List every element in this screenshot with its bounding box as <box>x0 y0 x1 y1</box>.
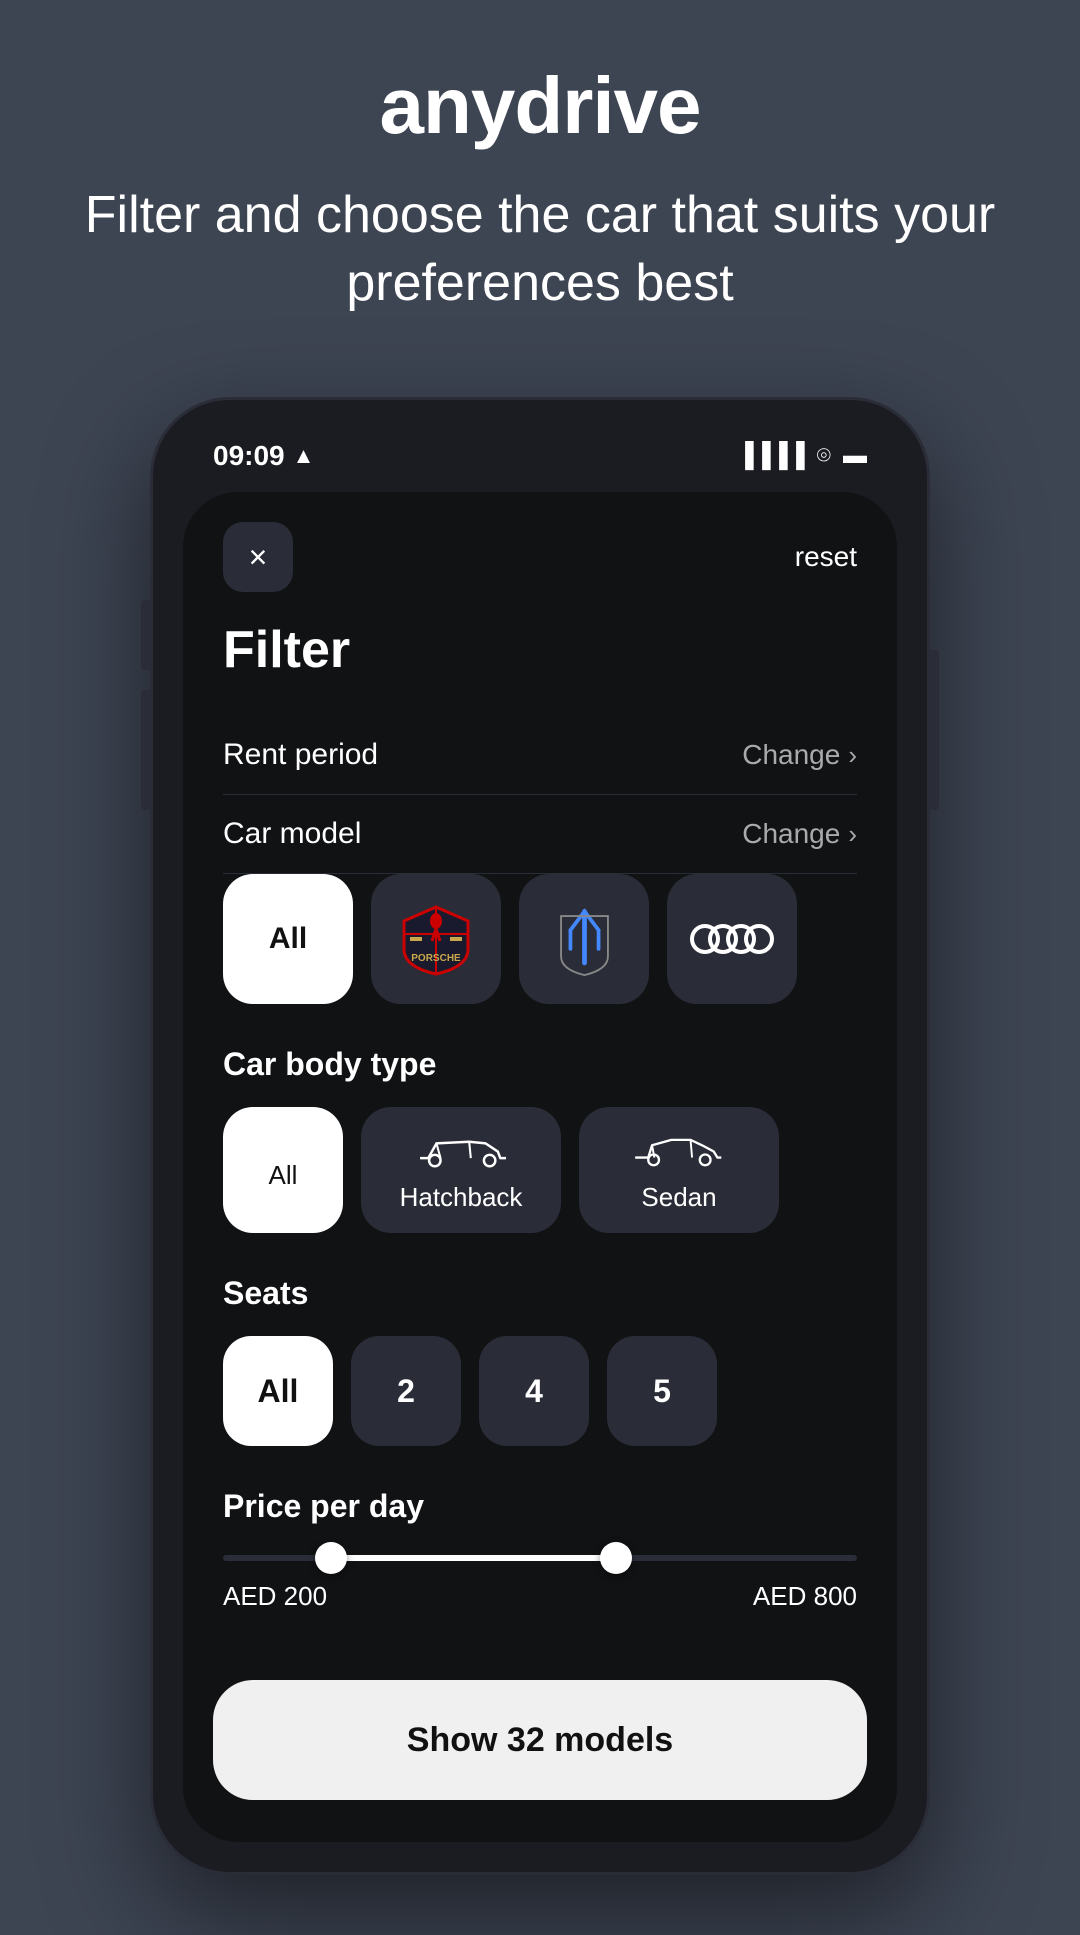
price-labels: AED 200 AED 800 <box>223 1581 857 1612</box>
body-type-grid: All Hatchback <box>223 1107 857 1239</box>
rent-period-row[interactable]: Rent period Change › <box>223 716 857 795</box>
car-model-label: Car model <box>223 817 361 851</box>
seats-2-label: 2 <box>397 1373 415 1410</box>
battery-icon: ▬ <box>843 442 867 470</box>
signal-icon: ▐▐▐▐ <box>737 442 805 470</box>
price-max-label: AED 800 <box>753 1581 857 1612</box>
price-section: Price per day AED 200 AED 800 <box>223 1488 857 1612</box>
phone-mockup: 09:09 ▲ ▐▐▐▐ ⌾ ▬ × reset Filter Rent per… <box>150 397 930 1875</box>
app-title: anydrive <box>40 60 1040 152</box>
audi-logo-icon <box>690 924 774 954</box>
maserati-logo-icon <box>547 902 622 977</box>
price-min-label: AED 200 <box>223 1581 327 1612</box>
reset-button[interactable]: reset <box>795 541 857 573</box>
price-slider-min-thumb[interactable] <box>315 1542 347 1574</box>
power-button <box>929 650 939 810</box>
porsche-logo-icon: PORSCHE <box>396 899 476 979</box>
brand-all-label: All <box>269 922 307 956</box>
seats-4-chip[interactable]: 4 <box>479 1336 589 1446</box>
page-header: anydrive Filter and choose the car that … <box>0 0 1080 357</box>
volume-down-button <box>141 690 151 810</box>
sedan-icon <box>629 1127 729 1172</box>
body-type-hatchback-chip[interactable]: Hatchback <box>361 1107 561 1233</box>
hatchback-icon <box>411 1127 511 1172</box>
phone-screen: × reset Filter Rent period Change › Car … <box>183 492 897 1842</box>
seats-5-label: 5 <box>653 1373 671 1410</box>
status-icons: ▐▐▐▐ ⌾ ▬ <box>737 442 867 470</box>
rent-period-label: Rent period <box>223 738 378 772</box>
rent-period-action: Change › <box>742 739 857 771</box>
body-type-sedan-chip[interactable]: Sedan <box>579 1107 779 1233</box>
brand-grid: All PO <box>223 874 857 1010</box>
price-slider-track[interactable] <box>223 1555 857 1561</box>
svg-text:PORSCHE: PORSCHE <box>411 953 461 964</box>
sedan-label: Sedan <box>641 1182 716 1213</box>
seats-all-label: All <box>258 1373 299 1410</box>
location-icon: ▲ <box>293 443 315 469</box>
screen-content: × reset Filter Rent period Change › Car … <box>183 492 897 1652</box>
price-slider-max-thumb[interactable] <box>600 1542 632 1574</box>
brand-porsche-chip[interactable]: PORSCHE <box>371 874 501 1004</box>
hatchback-label: Hatchback <box>400 1182 523 1213</box>
chevron-right-icon: › <box>848 819 857 850</box>
brand-audi-chip[interactable] <box>667 874 797 1004</box>
show-models-button[interactable]: Show 32 models <box>213 1680 867 1800</box>
body-type-all-chip[interactable]: All <box>223 1107 343 1233</box>
brand-all-chip[interactable]: All <box>223 874 353 1004</box>
app-subtitle: Filter and choose the car that suits you… <box>40 182 1040 317</box>
close-button[interactable]: × <box>223 522 293 592</box>
price-title: Price per day <box>223 1488 857 1525</box>
status-time: 09:09 ▲ <box>213 440 314 472</box>
car-body-type-title: Car body type <box>223 1046 857 1083</box>
brand-maserati-chip[interactable] <box>519 874 649 1004</box>
filter-header: × reset <box>223 522 857 592</box>
status-bar: 09:09 ▲ ▐▐▐▐ ⌾ ▬ <box>183 430 897 492</box>
car-model-action: Change › <box>742 818 857 850</box>
car-model-row[interactable]: Car model Change › <box>223 795 857 874</box>
volume-up-button <box>141 600 151 670</box>
seats-2-chip[interactable]: 2 <box>351 1336 461 1446</box>
seats-title: Seats <box>223 1275 857 1312</box>
price-slider-fill <box>331 1555 616 1561</box>
wifi-icon: ⌾ <box>817 442 831 470</box>
show-button-wrapper: Show 32 models <box>183 1652 897 1828</box>
seats-5-chip[interactable]: 5 <box>607 1336 717 1446</box>
seats-grid: All 2 4 5 <box>223 1336 857 1452</box>
filter-title: Filter <box>223 620 857 680</box>
chevron-right-icon: › <box>848 740 857 771</box>
seats-4-label: 4 <box>525 1373 543 1410</box>
seats-all-chip[interactable]: All <box>223 1336 333 1446</box>
body-type-all-label: All <box>269 1160 298 1191</box>
